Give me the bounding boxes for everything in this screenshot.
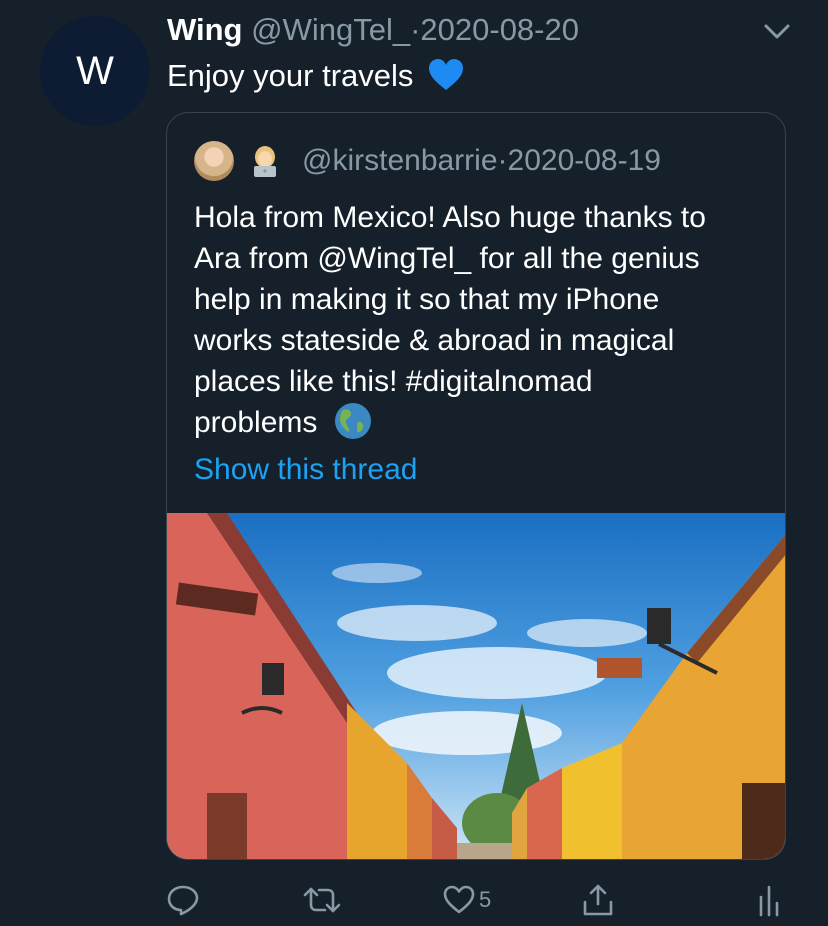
tweet-date[interactable]: 2020-08-20 — [420, 12, 579, 47]
quoted-tweet-header: @kirstenbarrie·2020-08-19 — [194, 139, 661, 183]
wing-logo-icon: W — [76, 51, 114, 91]
chevron-down-icon[interactable] — [760, 18, 794, 46]
reply-icon — [167, 885, 199, 916]
retweet-icon — [303, 887, 341, 913]
woman-technologist-icon — [254, 146, 276, 177]
analytics-icon — [759, 885, 779, 917]
retweet-button[interactable] — [303, 880, 341, 920]
quoted-text-line: Hola from Mexico! Also huge thanks to — [194, 201, 706, 234]
author-handle[interactable]: @WingTel_ — [251, 12, 410, 47]
author-name[interactable]: Wing — [167, 12, 242, 47]
like-count: 5 — [479, 887, 492, 912]
analytics-button[interactable] — [756, 880, 782, 920]
share-button[interactable] — [581, 880, 615, 920]
quoted-tweet-card[interactable]: @kirstenbarrie·2020-08-19 Hola from Mexi… — [166, 112, 786, 860]
tweet-actions: 5 — [0, 880, 828, 920]
quoted-text-line: help in making it so that my iPhone — [194, 283, 660, 316]
quoted-author-handle[interactable]: @kirstenbarrie·2020-08-19 — [302, 144, 661, 178]
tweet-text: Enjoy your travels — [167, 56, 464, 96]
like-button[interactable]: 5 — [443, 880, 491, 920]
street-photo[interactable] — [167, 513, 786, 860]
quoted-author-avatar[interactable] — [194, 141, 234, 181]
quoted-tweet-text: Hola from Mexico! Also huge thanks to Ar… — [194, 197, 764, 443]
separator-dot: · — [410, 12, 421, 47]
quoted-text-line: works stateside & abroad in magical — [194, 324, 675, 357]
globe-americas-icon — [334, 403, 371, 439]
heart-outline-icon — [443, 885, 475, 914]
author-avatar[interactable]: W — [40, 16, 150, 126]
reply-button[interactable] — [166, 880, 200, 920]
blue-heart-icon — [429, 59, 464, 90]
quoted-text-line-last: problems — [194, 402, 764, 443]
quoted-text-line: places like this! #digitalnomad — [194, 365, 593, 398]
quoted-text-line: Ara from @WingTel_ for all the genius — [194, 242, 700, 275]
show-thread-link[interactable]: Show this thread — [194, 453, 417, 487]
tweet-text-content: Enjoy your travels — [167, 58, 414, 93]
svg-text:W: W — [76, 51, 114, 91]
share-icon — [583, 884, 613, 916]
tweet-header: Wing @WingTel_·2020-08-20 — [167, 12, 579, 48]
